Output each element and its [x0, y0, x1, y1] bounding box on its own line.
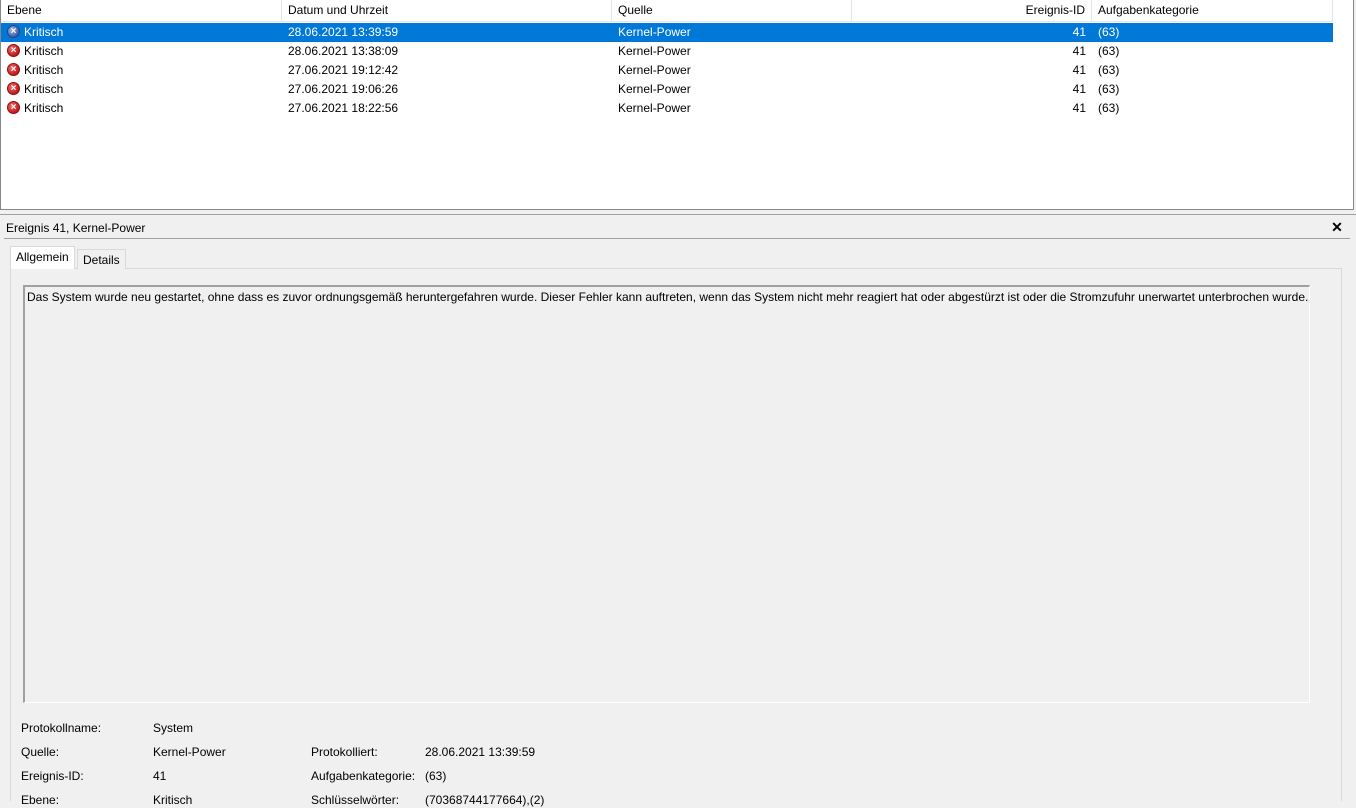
keywords-value: (70368744177664),(2) — [425, 793, 545, 807]
cell-level: Kritisch — [24, 44, 64, 58]
cell-source: Kernel-Power — [618, 63, 691, 77]
close-icon: ✕ — [1331, 219, 1343, 235]
event-id-label: Ereignis-ID: — [21, 769, 84, 783]
cell-datetime: 27.06.2021 19:06:26 — [288, 82, 399, 96]
task-category-label: Aufgabenkategorie: — [311, 769, 416, 783]
critical-error-icon: × — [7, 44, 20, 57]
cell-task-category: (63) — [1098, 25, 1120, 39]
level-value: Kritisch — [153, 793, 193, 807]
cell-task-category: (63) — [1098, 63, 1120, 77]
table-row[interactable]: × Kritisch 27.06.2021 19:12:42 Kernel-Power… — [1, 61, 1333, 80]
critical-error-icon: × — [7, 82, 20, 95]
source-value: Kernel-Power — [153, 745, 226, 759]
cell-event-id: 41 — [1072, 44, 1086, 58]
keywords-label: Schlüsselwörter: — [311, 793, 400, 807]
cell-task-category: (63) — [1098, 82, 1120, 96]
cell-level: Kritisch — [24, 63, 64, 77]
column-header-datetime[interactable]: Datum und Uhrzeit — [282, 0, 612, 21]
critical-error-icon: × — [7, 63, 20, 76]
column-header-task-category[interactable]: Aufgabenkategorie — [1092, 0, 1333, 21]
event-list-header: Ebene Datum und Uhrzeit Quelle Ereignis-… — [1, 0, 1333, 22]
cell-source: Kernel-Power — [618, 101, 691, 115]
column-header-event-id[interactable]: Ereignis-ID — [852, 0, 1092, 21]
logged-value: 28.06.2021 13:39:59 — [425, 745, 536, 759]
cell-task-category: (63) — [1098, 101, 1120, 115]
cell-datetime: 27.06.2021 18:22:56 — [288, 101, 399, 115]
event-description[interactable]: Das System wurde neu gestartet, ohne das… — [23, 285, 1310, 703]
cell-source: Kernel-Power — [618, 82, 691, 96]
cell-datetime: 28.06.2021 13:38:09 — [288, 44, 399, 58]
tab-general[interactable]: Allgemein — [10, 246, 75, 269]
table-row[interactable]: × Kritisch 27.06.2021 19:06:26 Kernel-Power… — [1, 80, 1333, 99]
cell-source: Kernel-Power — [618, 25, 691, 39]
cell-datetime: 28.06.2021 13:39:59 — [288, 25, 399, 39]
critical-error-icon: × — [7, 25, 20, 38]
tab-details[interactable]: Details — [77, 249, 126, 269]
close-detail-button[interactable]: ✕ — [1329, 219, 1345, 235]
cell-level: Kritisch — [24, 82, 64, 96]
cell-event-id: 41 — [1072, 25, 1086, 39]
task-category-value: (63) — [425, 769, 447, 783]
detail-title: Ereignis 41, Kernel-Power — [6, 221, 146, 235]
cell-event-id: 41 — [1072, 101, 1086, 115]
cell-datetime: 27.06.2021 19:12:42 — [288, 63, 399, 77]
event-id-value: 41 — [153, 769, 167, 783]
log-name-value: System — [153, 721, 194, 735]
column-header-source[interactable]: Quelle — [612, 0, 852, 21]
table-row[interactable]: × Kritisch 28.06.2021 13:39:59 Kernel-Power… — [1, 23, 1333, 42]
source-label: Quelle: — [21, 745, 60, 759]
column-header-level[interactable]: Ebene — [1, 0, 282, 21]
table-row[interactable]: × Kritisch 28.06.2021 13:38:09 Kernel-Power… — [1, 42, 1333, 61]
logged-label: Protokolliert: — [311, 745, 378, 759]
cell-level: Kritisch — [24, 101, 64, 115]
table-row[interactable]: × Kritisch 27.06.2021 18:22:56 Kernel-Power… — [1, 99, 1333, 118]
log-name-label: Protokollname: — [21, 721, 102, 735]
critical-error-icon: × — [7, 101, 20, 114]
cell-level: Kritisch — [24, 25, 64, 39]
pane-splitter[interactable] — [0, 210, 1356, 215]
cell-task-category: (63) — [1098, 44, 1120, 58]
cell-source: Kernel-Power — [618, 44, 691, 58]
event-list[interactable]: Ebene Datum und Uhrzeit Quelle Ereignis-… — [0, 0, 1354, 210]
cell-event-id: 41 — [1072, 82, 1086, 96]
divider — [4, 238, 1350, 239]
level-label: Ebene: — [21, 793, 60, 807]
cell-event-id: 41 — [1072, 63, 1086, 77]
